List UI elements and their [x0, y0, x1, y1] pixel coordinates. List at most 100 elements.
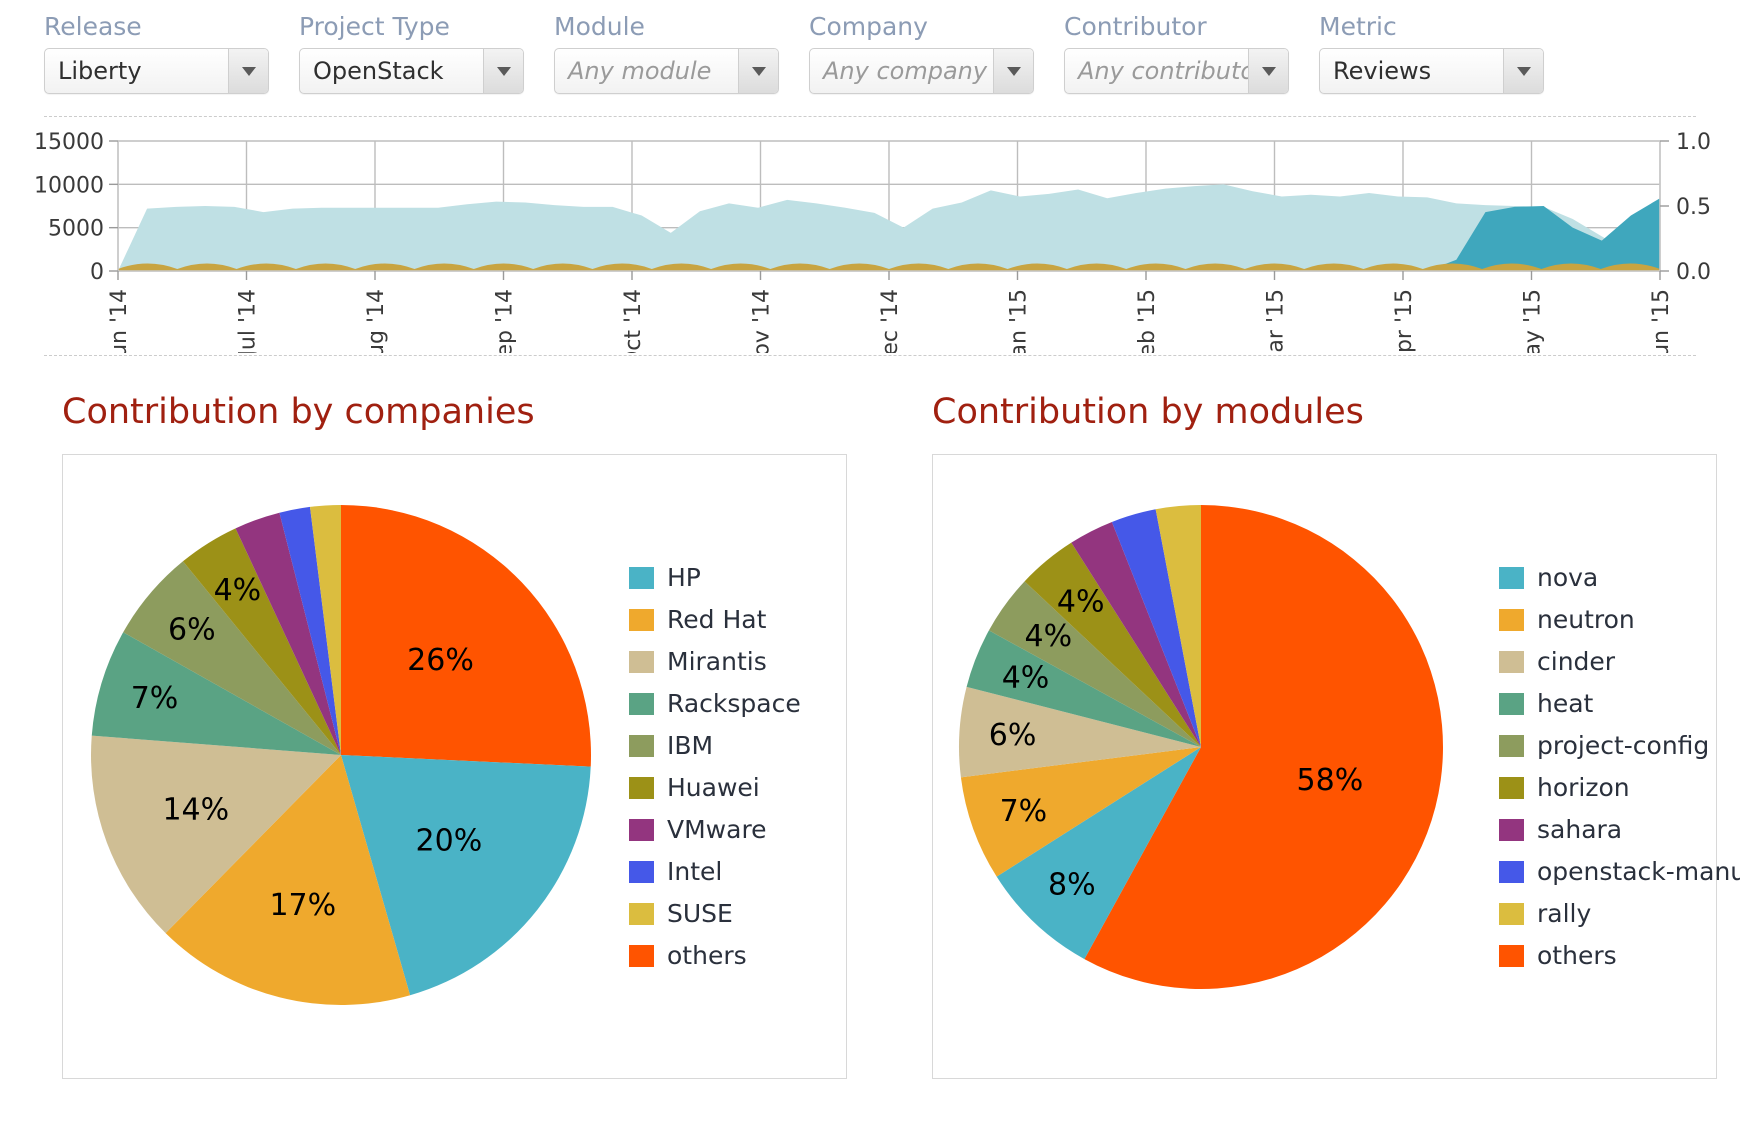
x-tick-label: Mar '15 [1264, 289, 1289, 353]
activity-timeline-chart[interactable]: 0 5000 10000 15000 0.0 0.5 1.0 Jun '14 Jul '14 Au… [0, 123, 1740, 353]
pie-slice-label: 4% [1057, 585, 1105, 620]
legend-item[interactable]: rally [1499, 899, 1718, 928]
legend-swatch-icon [629, 692, 654, 715]
legend-item[interactable]: HP [629, 563, 846, 592]
pie-svg: 58%8%7%6%4%4%4% [959, 505, 1443, 989]
legend-swatch-icon [629, 776, 654, 799]
pie-slice-label: 17% [269, 888, 336, 923]
legend-swatch-icon [1499, 776, 1524, 799]
panel-box-companies: 26% 20% 17% 14% 7% 6% 4% HP Red Hat Mirantis Rack… [62, 454, 847, 1079]
legend-label: others [667, 941, 747, 970]
select-value-project-type[interactable]: OpenStack [300, 57, 483, 85]
y2-tick-label: 0.5 [1676, 195, 1711, 220]
legend-swatch-icon [629, 902, 654, 925]
pie-chart-modules[interactable]: 58% 8% 7% 6% 4% 4% 4% [933, 455, 1493, 1078]
legend-item[interactable]: Red Hat [629, 605, 846, 634]
filter-label-module: Module [554, 12, 645, 41]
pie-slice-label: 26% [407, 643, 474, 678]
panel-companies: Contribution by companies 26% 20% 17% 14% 7%… [0, 392, 870, 1079]
select-value-release[interactable]: Liberty [45, 57, 228, 85]
legend-swatch-icon [629, 944, 654, 967]
legend-swatch-icon [629, 734, 654, 757]
panel-modules: Contribution by modules 58% 8% 7% 6% 4% 4% 4% … [870, 392, 1740, 1079]
legend-item[interactable]: sahara [1499, 815, 1718, 844]
x-tick-label: Feb '15 [1135, 289, 1160, 353]
legend-swatch-icon [1499, 608, 1524, 631]
legend-item[interactable]: VMware [629, 815, 846, 844]
chevron-down-icon[interactable] [738, 49, 778, 93]
legend-item[interactable]: heat [1499, 689, 1718, 718]
select-value-module[interactable]: Any module [555, 57, 738, 85]
legend-item[interactable]: horizon [1499, 773, 1718, 802]
pie-slice-label: 4% [1002, 661, 1050, 696]
legend-item[interactable]: Huawei [629, 773, 846, 802]
legend-swatch-icon [1499, 734, 1524, 757]
filter-group-contributor: Contributor Any contributor [1064, 12, 1319, 94]
select-project-type[interactable]: OpenStack [299, 48, 524, 94]
pie-slice-label: 7% [131, 681, 179, 716]
legend-swatch-icon [629, 566, 654, 589]
legend-item[interactable]: openstack-manuals [1499, 857, 1740, 886]
chevron-down-icon[interactable] [1248, 49, 1288, 93]
legend-item[interactable]: Mirantis [629, 647, 846, 676]
pie-slice [341, 505, 592, 767]
filter-label-release: Release [44, 12, 142, 41]
filter-label-project-type: Project Type [299, 12, 450, 41]
pie-panels: Contribution by companies 26% 20% 17% 14% 7%… [0, 356, 1740, 1079]
legend-item[interactable]: SUSE [629, 899, 846, 928]
select-metric[interactable]: Reviews [1319, 48, 1544, 94]
filter-label-metric: Metric [1319, 12, 1397, 41]
x-tick-label: Oct '14 [621, 289, 646, 353]
pie-chart-companies[interactable]: 26% 20% 17% 14% 7% 6% 4% [63, 455, 623, 1078]
select-value-metric[interactable]: Reviews [1320, 57, 1503, 85]
select-value-contributor[interactable]: Any contributor [1065, 57, 1248, 85]
legend-swatch-icon [629, 650, 654, 673]
legend-companies: HP Red Hat Mirantis Rackspace IBM Huawei VMwar… [623, 563, 846, 970]
legend-label: Intel [667, 857, 723, 886]
chevron-down-icon[interactable] [1503, 49, 1543, 93]
legend-item[interactable]: project-config [1499, 731, 1718, 760]
select-company[interactable]: Any company [809, 48, 1034, 94]
select-release[interactable]: Liberty [44, 48, 269, 94]
x-tick-label: Sep '14 [493, 289, 518, 353]
legend-item[interactable]: cinder [1499, 647, 1718, 676]
y-tick-label: 5000 [48, 217, 104, 242]
pie-slice-label: 20% [416, 823, 483, 858]
select-contributor[interactable]: Any contributor [1064, 48, 1289, 94]
filter-group-module: Module Any module [554, 12, 809, 94]
x-tick-label: Jun '15 [1649, 289, 1674, 353]
legend-label: sahara [1537, 815, 1623, 844]
legend-item[interactable]: others [629, 941, 846, 970]
page-title-companies: Contribution by companies [62, 392, 535, 432]
legend-item[interactable]: Intel [629, 857, 846, 886]
x-tick-label: Jul '14 [236, 289, 261, 353]
legend-swatch-icon [1499, 902, 1524, 925]
chevron-down-icon[interactable] [228, 49, 268, 93]
legend-label: nova [1537, 563, 1599, 592]
x-tick-label: Apr '15 [1392, 289, 1417, 353]
x-tick-label: Nov '14 [750, 289, 775, 353]
x-tick-label: May '15 [1521, 289, 1546, 353]
legend-label: Mirantis [667, 647, 767, 676]
legend-modules: nova neutron cinder heat project-config horiz… [1493, 563, 1740, 970]
y-tick-label: 15000 [34, 130, 104, 155]
select-module[interactable]: Any module [554, 48, 779, 94]
legend-item[interactable]: neutron [1499, 605, 1718, 634]
chevron-down-icon[interactable] [993, 49, 1033, 93]
legend-item[interactable]: Rackspace [629, 689, 846, 718]
legend-label: SUSE [667, 899, 733, 928]
legend-item[interactable]: others [1499, 941, 1718, 970]
timeline-svg: 0 5000 10000 15000 0.0 0.5 1.0 Jun '14 Jul '14 Au… [34, 130, 1711, 353]
pie-slice-label: 6% [989, 718, 1037, 753]
x-tick-label: Jan '15 [1007, 289, 1032, 353]
chevron-down-icon[interactable] [483, 49, 523, 93]
legend-item[interactable]: IBM [629, 731, 846, 760]
select-value-company[interactable]: Any company [810, 57, 993, 85]
legend-label: IBM [667, 731, 714, 760]
legend-label: rally [1537, 899, 1592, 928]
legend-label: Red Hat [667, 605, 767, 634]
filter-bar: Release Liberty Project Type OpenStack Modul… [0, 0, 1740, 94]
legend-item[interactable]: nova [1499, 563, 1718, 592]
legend-label: openstack-manuals [1537, 857, 1740, 886]
pie-svg: 26% 20% 17% 14% 7% 6% 4% [91, 505, 592, 1006]
